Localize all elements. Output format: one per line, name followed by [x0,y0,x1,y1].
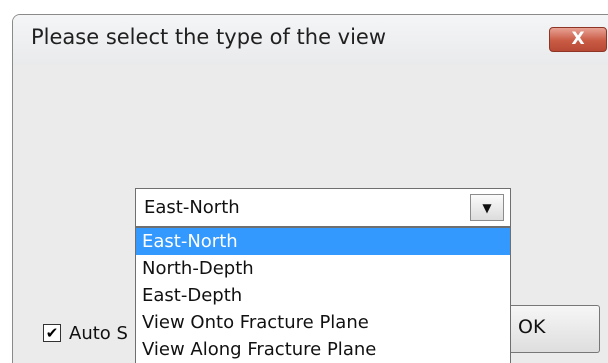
close-button[interactable]: X [549,27,607,52]
dropdown-arrow-button[interactable]: ▼ [470,194,504,221]
dropdown-option-east-depth[interactable]: East-Depth [136,282,510,309]
dropdown-option-east-north[interactable]: East-North [136,228,510,255]
ok-button[interactable]: OK [510,305,600,353]
checkmark-icon: ✔ [45,324,59,342]
ok-button-label: OK [518,316,546,338]
dialog-window: Please select the type of the view X Eas… [12,14,608,363]
dialog-title: Please select the type of the view [31,25,387,49]
title-bar: Please select the type of the view X [13,15,608,65]
auto-checkbox[interactable]: ✔ [43,324,61,342]
dropdown-option-view-onto-fracture-plane[interactable]: View Onto Fracture Plane [136,309,510,336]
auto-checkbox-label: Auto S [69,323,128,344]
close-icon: X [571,29,585,49]
view-type-selected-value: East-North [144,197,240,218]
view-type-combobox[interactable]: East-North ▼ [135,188,511,227]
chevron-down-icon: ▼ [482,201,492,215]
view-type-dropdown-list: East-North North-Depth East-Depth View O… [135,227,511,363]
dropdown-option-north-depth[interactable]: North-Depth [136,255,510,282]
dropdown-option-view-along-fracture-plane[interactable]: View Along Fracture Plane [136,336,510,363]
